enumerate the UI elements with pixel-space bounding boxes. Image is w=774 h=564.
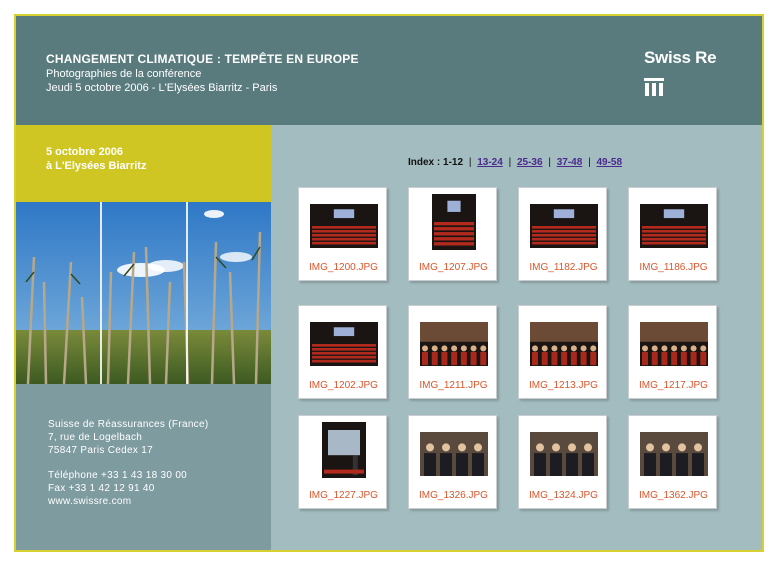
page-frame: CHANGEMENT CLIMATIQUE : TEMPÊTE EN EUROP… xyxy=(14,14,764,552)
photo-thumbnail[interactable]: IMG_1186.JPG xyxy=(628,187,717,281)
thumbnail-caption[interactable]: IMG_1326.JPG xyxy=(409,490,498,501)
thumbnail-photo xyxy=(419,322,488,366)
thumbnail-caption[interactable]: IMG_1207.JPG xyxy=(409,262,498,273)
index-label: Index : xyxy=(408,157,441,168)
storm-forest-photo xyxy=(16,202,271,385)
photo-thumbnail[interactable]: IMG_1202.JPG xyxy=(298,305,387,399)
thumbnail-photo xyxy=(431,194,476,250)
street-address: 7, rue de Logelbach xyxy=(48,432,143,443)
thumbnail-photo xyxy=(309,322,378,366)
swiss-re-logo: Swiss Re xyxy=(644,48,717,67)
index-link-49-58[interactable]: 49-58 xyxy=(596,157,622,168)
thumbnail-caption[interactable]: IMG_1186.JPG xyxy=(629,262,718,273)
thumbnail-photo xyxy=(639,432,708,476)
photo-thumbnail[interactable]: IMG_1200.JPG xyxy=(298,187,387,281)
thumbnail-photo xyxy=(419,432,488,476)
left-panel: 5 octobre 2006 à L'Elysées Biarritz Suis… xyxy=(16,125,271,550)
thumbnail-photo xyxy=(639,322,708,366)
photo-thumbnail[interactable]: IMG_1207.JPG xyxy=(408,187,497,281)
event-info-box: 5 octobre 2006 à L'Elysées Biarritz xyxy=(16,125,271,202)
index-link-13-24[interactable]: 13-24 xyxy=(477,157,503,168)
index-link-25-36[interactable]: 25-36 xyxy=(517,157,543,168)
thumbnail-photo xyxy=(529,322,598,366)
photo-thumbnail[interactable]: IMG_1227.JPG xyxy=(298,415,387,509)
thumbnail-photo xyxy=(529,204,598,248)
thumbnail-photo xyxy=(529,432,598,476)
page-title: CHANGEMENT CLIMATIQUE : TEMPÊTE EN EUROP… xyxy=(46,52,359,66)
fax-number: Fax +33 1 42 12 91 40 xyxy=(48,483,155,494)
address-box: Suisse de Réassurances (France) 7, rue d… xyxy=(16,384,271,550)
swiss-re-logo-icon xyxy=(644,78,664,96)
index-separator: | xyxy=(468,157,472,168)
event-date: 5 octobre 2006 xyxy=(46,146,124,158)
company-name: Suisse de Réassurances (France) xyxy=(48,419,209,430)
storm-forest-image xyxy=(16,202,271,385)
header: CHANGEMENT CLIMATIQUE : TEMPÊTE EN EUROP… xyxy=(16,16,762,125)
thumbnail-caption[interactable]: IMG_1324.JPG xyxy=(519,490,608,501)
thumbnail-caption[interactable]: IMG_1211.JPG xyxy=(409,380,498,391)
event-date-line: Jeudi 5 octobre 2006 - L'Elysées Biarrit… xyxy=(46,82,278,94)
thumbnail-photo xyxy=(321,422,366,478)
thumbnail-caption[interactable]: IMG_1362.JPG xyxy=(629,490,718,501)
page-subtitle: Photographies de la conférence xyxy=(46,68,202,80)
thumbnail-photo xyxy=(639,204,708,248)
index-link-37-48[interactable]: 37-48 xyxy=(557,157,583,168)
index-current: 1-12 xyxy=(443,157,464,168)
photo-thumbnail[interactable]: IMG_1217.JPG xyxy=(628,305,717,399)
thumbnail-caption[interactable]: IMG_1217.JPG xyxy=(629,380,718,391)
thumbnail-caption[interactable]: IMG_1213.JPG xyxy=(519,380,608,391)
thumbnail-photo xyxy=(309,204,378,248)
photo-thumbnail[interactable]: IMG_1362.JPG xyxy=(628,415,717,509)
index-separator: | xyxy=(508,157,512,168)
thumbnail-caption[interactable]: IMG_1200.JPG xyxy=(299,262,388,273)
index-separator: | xyxy=(588,157,591,168)
thumbnail-caption[interactable]: IMG_1202.JPG xyxy=(299,380,388,391)
page-index: Index : 1-12 | 13-24 | 25-36 | 37-48 | 4… xyxy=(408,157,622,168)
photo-thumbnail[interactable]: IMG_1211.JPG xyxy=(408,305,497,399)
photo-thumbnail[interactable]: IMG_1326.JPG xyxy=(408,415,497,509)
postal-city: 75847 Paris Cedex 17 xyxy=(48,445,153,456)
gallery-panel: Index : 1-12 | 13-24 | 25-36 | 37-48 | 4… xyxy=(271,125,762,550)
photo-thumbnail[interactable]: IMG_1324.JPG xyxy=(518,415,607,509)
event-place: à L'Elysées Biarritz xyxy=(46,160,147,172)
thumbnail-caption[interactable]: IMG_1227.JPG xyxy=(299,490,388,501)
thumbnail-caption[interactable]: IMG_1182.JPG xyxy=(519,262,608,273)
index-separator: | xyxy=(548,157,551,168)
photo-thumbnail[interactable]: IMG_1182.JPG xyxy=(518,187,607,281)
website-link[interactable]: www.swissre.com xyxy=(48,496,131,507)
photo-thumbnail[interactable]: IMG_1213.JPG xyxy=(518,305,607,399)
phone-number: Téléphone +33 1 43 18 30 00 xyxy=(48,470,188,481)
